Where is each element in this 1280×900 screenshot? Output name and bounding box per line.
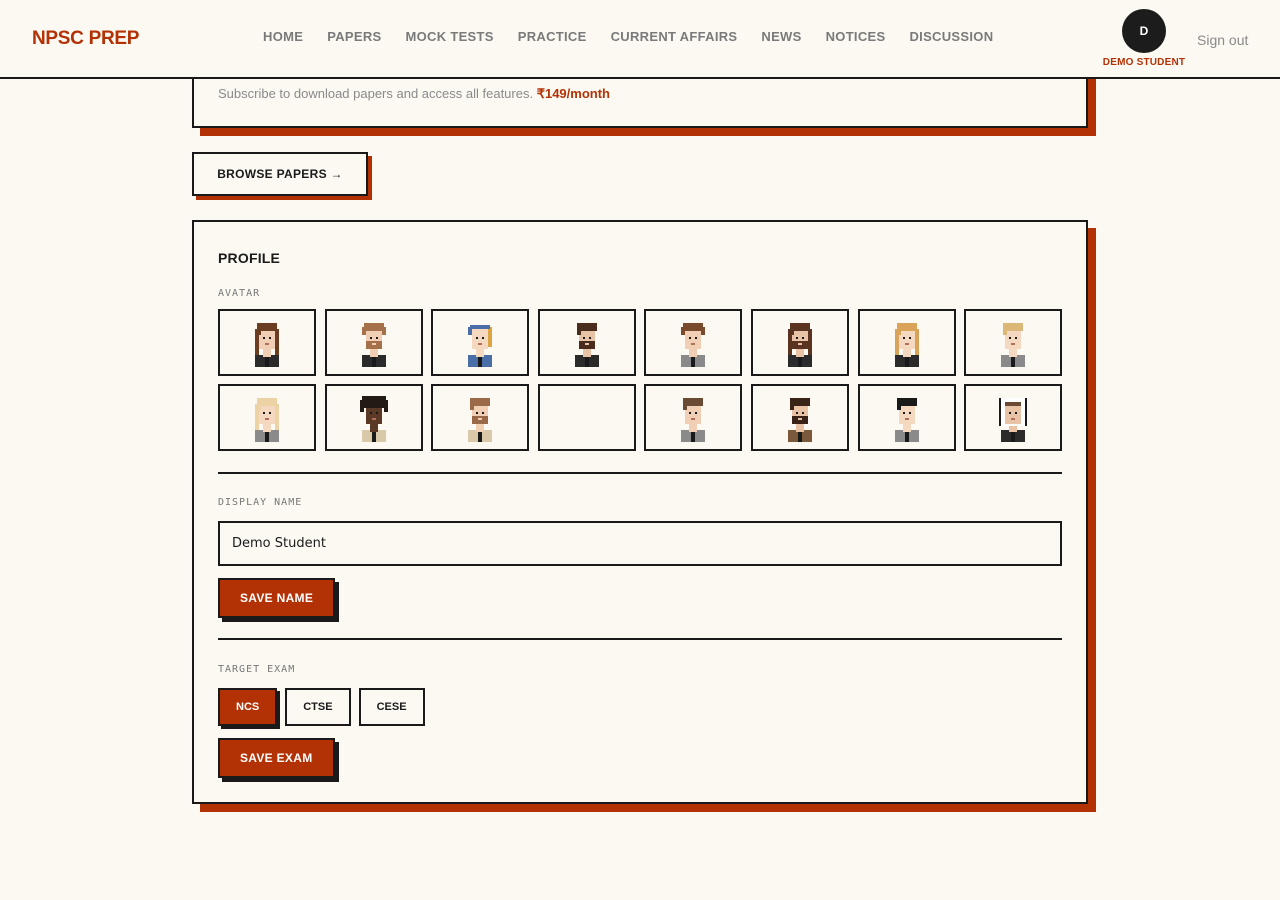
avatar-long-hair-man-icon (787, 322, 812, 367)
user-avatar[interactable]: D (1122, 9, 1166, 53)
avatar-option-15[interactable] (857, 384, 956, 451)
nav-home[interactable]: HOME (263, 29, 303, 44)
nav-news[interactable]: NEWS (761, 29, 801, 44)
nav-notices[interactable]: NOTICES (826, 29, 886, 44)
avatar-grid (218, 309, 1063, 451)
avatar-option-1[interactable] (218, 309, 316, 376)
profile-card: PROFILE AVATAR DISPLAY NAME SAVE NAME TA… (192, 220, 1088, 804)
main-nav: HOME PAPERS MOCK TESTS PRACTICE CURRENT … (263, 29, 993, 44)
avatar-dark-beard-man-icon (574, 322, 599, 367)
nav-practice[interactable]: PRACTICE (518, 29, 587, 44)
save-exam-button[interactable]: SAVE EXAM (218, 738, 335, 778)
exam-option-ctse[interactable]: CTSE (285, 688, 351, 726)
avatar-option-13[interactable] (644, 384, 743, 451)
sign-out-link[interactable]: Sign out (1197, 32, 1248, 48)
user-name: DEMO STUDENT (1102, 57, 1186, 68)
avatar-option-2[interactable] (324, 309, 423, 376)
avatar-platinum-blonde-icon (255, 397, 279, 442)
nav-current-affairs[interactable]: CURRENT AFFAIRS (611, 29, 738, 44)
display-name-input[interactable] (218, 521, 1062, 566)
user-menu[interactable]: D DEMO STUDENT (1096, 9, 1192, 68)
nav-papers[interactable]: PAPERS (327, 29, 381, 44)
avatar-curly-brown-icon (681, 322, 706, 367)
avatar-black-hair-icon (894, 397, 919, 442)
save-name-button[interactable]: SAVE NAME (218, 578, 336, 618)
divider (218, 472, 1062, 474)
top-header: NPSC PREP HOME PAPERS MOCK TESTS PRACTIC… (0, 0, 1280, 79)
avatar-option-10[interactable] (324, 384, 423, 451)
avatar-blonde-boy-icon (1001, 322, 1026, 367)
avatar-option-4[interactable] (537, 309, 636, 376)
avatar-afro-icon (359, 395, 388, 442)
display-name-label: DISPLAY NAME (218, 497, 303, 508)
avatar-blonde-woman-icon (894, 322, 919, 367)
avatar-option-8[interactable] (964, 309, 1063, 376)
subscribe-text: Subscribe to download papers and access … (218, 86, 610, 102)
exam-option-ncs[interactable]: NCS (218, 688, 278, 726)
avatar-option-14[interactable] (750, 384, 849, 451)
avatar-option-12[interactable] (537, 384, 636, 451)
avatar-beard-brown-coat-icon (787, 397, 812, 442)
avatar-white-hood-icon (999, 397, 1028, 442)
avatar-label: AVATAR (218, 288, 261, 299)
subscribe-message: Subscribe to download papers and access … (218, 86, 537, 101)
avatar-option-5[interactable] (644, 309, 743, 376)
avatar-bearded-man-icon (361, 322, 386, 367)
avatar-short-brown-icon (681, 397, 706, 442)
avatar-long-brown-hair-icon (255, 322, 279, 367)
avatar-goatee-man-icon (468, 397, 493, 442)
avatar-option-16[interactable] (964, 384, 1063, 451)
subscribe-price[interactable]: ₹149/month (537, 86, 610, 101)
avatar-option-6[interactable] (750, 309, 849, 376)
target-exam-label: TARGET EXAM (218, 664, 296, 675)
exam-options: NCS CTSE CESE (218, 688, 425, 726)
profile-title: PROFILE (218, 250, 281, 266)
avatar-option-3[interactable] (431, 309, 530, 376)
divider (218, 638, 1062, 640)
avatar-option-9[interactable] (218, 384, 316, 451)
nav-discussion[interactable]: DISCUSSION (909, 29, 993, 44)
browse-papers-button[interactable]: BROWSE PAPERS → (192, 152, 368, 196)
nav-mock-tests[interactable]: MOCK TESTS (406, 29, 494, 44)
site-logo[interactable]: NPSC PREP (32, 28, 139, 50)
avatar-blue-headscarf-icon (468, 324, 493, 367)
exam-option-cese[interactable]: CESE (358, 688, 425, 726)
avatar-option-11[interactable] (431, 384, 530, 451)
avatar-option-7[interactable] (857, 309, 956, 376)
